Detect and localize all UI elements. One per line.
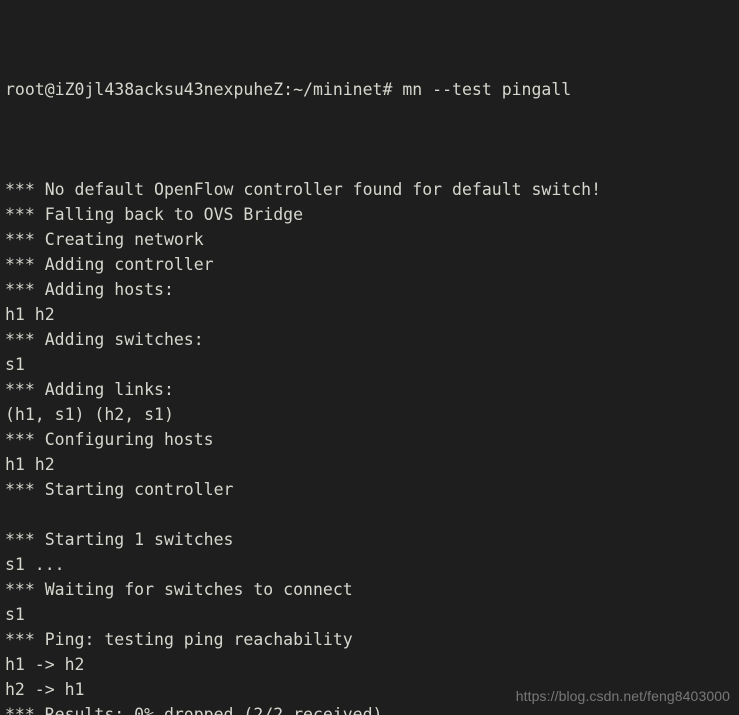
terminal-output-line: s1 (5, 355, 25, 374)
terminal-output-line: *** Starting 1 switches (5, 530, 234, 549)
terminal-output-line: h1 h2 (5, 455, 55, 474)
terminal-output-line: *** Ping: testing ping reachability (5, 630, 353, 649)
prompt-full-text: root@iZ0jl438acksu43nexpuheZ:~/mininet# … (5, 80, 572, 99)
terminal-output-line: s1 (5, 605, 25, 624)
terminal-output-line: h1 h2 (5, 305, 55, 324)
terminal-output-line: (h1, s1) (h2, s1) (5, 405, 174, 424)
terminal-output-line: *** Adding switches: (5, 330, 204, 349)
terminal-output-line: *** No default OpenFlow controller found… (5, 180, 602, 199)
terminal-output-line: s1 ... (5, 555, 65, 574)
terminal-output-line: *** Waiting for switches to connect (5, 580, 353, 599)
terminal-output-line: *** Adding controller (5, 255, 214, 274)
terminal-output-line: *** Creating network (5, 230, 204, 249)
terminal-output-line: *** Starting controller (5, 480, 234, 499)
terminal-output-area[interactable]: root@iZ0jl438acksu43nexpuheZ:~/mininet# … (5, 2, 739, 715)
terminal-output-line: *** Falling back to OVS Bridge (5, 205, 304, 224)
csdn-watermark: https://blog.csdn.net/feng8403000 (515, 688, 730, 704)
terminal-prompt-line: root@iZ0jl438acksu43nexpuheZ:~/mininet# … (5, 77, 739, 102)
terminal-output-line: *** Configuring hosts (5, 430, 214, 449)
terminal-output-line: *** Adding hosts: (5, 280, 174, 299)
terminal-output-lines: *** No default OpenFlow controller found… (5, 177, 739, 715)
terminal-window[interactable]: root@iZ0jl438acksu43nexpuheZ:~/mininet# … (0, 0, 739, 715)
terminal-output-line: *** Adding links: (5, 380, 174, 399)
terminal-output-line: h1 -> h2 (5, 655, 85, 674)
